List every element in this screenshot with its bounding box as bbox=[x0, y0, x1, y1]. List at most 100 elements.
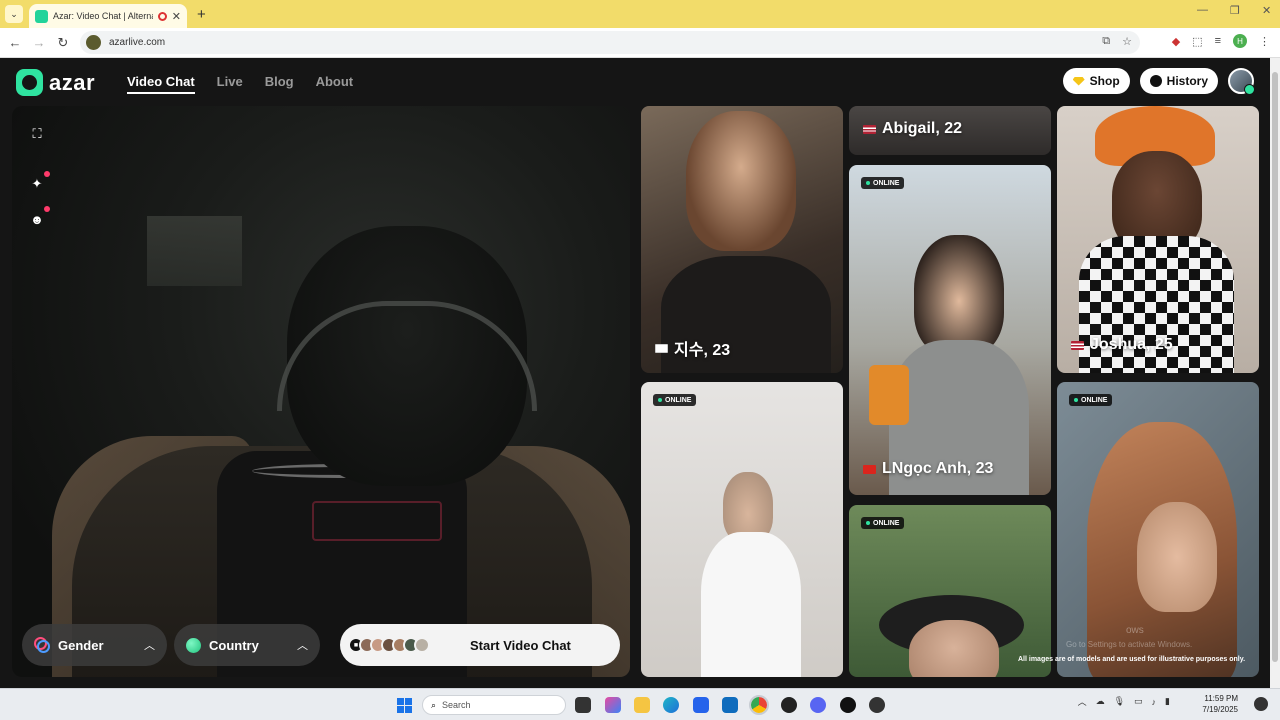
edge-icon[interactable] bbox=[663, 697, 679, 713]
volume-icon[interactable]: ♪ bbox=[1152, 697, 1157, 707]
nav-about[interactable]: About bbox=[316, 74, 354, 94]
maximize-icon[interactable]: ❐ bbox=[1230, 4, 1240, 17]
bookmark-star-icon[interactable]: ☆ bbox=[1122, 35, 1132, 48]
minimize-icon[interactable]: — bbox=[1197, 4, 1208, 16]
profile-card[interactable]: Abigail, 22 bbox=[849, 106, 1051, 155]
notification-dot bbox=[44, 171, 50, 177]
new-tab-button[interactable]: + bbox=[197, 6, 206, 23]
windows-start-icon[interactable] bbox=[397, 698, 412, 713]
cloud-icon[interactable]: ☁ bbox=[1096, 696, 1105, 707]
profile-photo bbox=[869, 365, 909, 425]
fullscreen-icon[interactable]: ⛶ bbox=[29, 126, 45, 142]
user-avatar[interactable] bbox=[1228, 68, 1255, 95]
tab-title: Azar: Video Chat | Alternati bbox=[53, 11, 153, 21]
profile-card[interactable]: ONLINE LNgọc Anh, 23 bbox=[849, 165, 1051, 495]
browser-tab[interactable]: Azar: Video Chat | Alternati ✕ bbox=[29, 4, 187, 28]
nav-video-chat[interactable]: Video Chat bbox=[127, 74, 195, 94]
profile-name-text: Abigail, 22 bbox=[882, 120, 963, 137]
profile-name: LNgọc Anh, 23 bbox=[863, 460, 993, 478]
shop-button[interactable]: Shop bbox=[1062, 68, 1130, 94]
discord-icon[interactable] bbox=[810, 697, 826, 713]
network-icon[interactable]: ▭ bbox=[1134, 696, 1143, 707]
extension-icon[interactable]: ◆ bbox=[1172, 35, 1180, 48]
profile-card[interactable]: 지수, 23 bbox=[641, 106, 843, 373]
nav-blog[interactable]: Blog bbox=[265, 74, 294, 94]
shirt-print bbox=[312, 501, 442, 541]
browser-tab-bar: ⌄ Azar: Video Chat | Alternati ✕ + — ❐ ✕ bbox=[0, 0, 1280, 28]
url-text: azarlive.com bbox=[109, 37, 166, 48]
history-label: History bbox=[1166, 74, 1208, 88]
profile-name: 지수, 23 bbox=[655, 336, 730, 360]
logo-text: azar bbox=[49, 69, 96, 95]
online-badge: ONLINE bbox=[1069, 394, 1113, 406]
profile-card[interactable]: Joshua, 25 bbox=[1057, 106, 1259, 373]
country-filter-button[interactable]: Country ︿ bbox=[174, 624, 320, 666]
effects-sparkle-icon[interactable]: ✦ bbox=[29, 171, 50, 192]
app-icon[interactable] bbox=[869, 697, 885, 713]
menu-kebab-icon[interactable]: ⋮ bbox=[1259, 35, 1270, 48]
model-disclaimer: All images are of models and are used fo… bbox=[1018, 656, 1246, 663]
profile-name: Abigail, 22 bbox=[863, 120, 962, 138]
task-view-icon[interactable] bbox=[575, 697, 591, 713]
url-field[interactable]: azarlive.com ⧉ ☆ bbox=[80, 31, 1140, 54]
tab-close-icon[interactable]: ✕ bbox=[172, 10, 181, 23]
app-icon[interactable] bbox=[781, 697, 797, 713]
file-explorer-icon[interactable] bbox=[634, 697, 650, 713]
chevron-up-icon[interactable]: ︿ bbox=[1078, 695, 1087, 708]
reload-icon[interactable]: ↻ bbox=[51, 35, 75, 51]
clock-time: 11:59 PM bbox=[1204, 694, 1238, 703]
app-icon[interactable] bbox=[840, 697, 856, 713]
address-bar: ← → ↻ azarlive.com ⧉ ☆ ◆ ⬚ ≡ H ⋮ bbox=[0, 28, 1280, 58]
country-label: Country bbox=[209, 637, 259, 653]
watermark-line1: ows bbox=[1126, 625, 1144, 636]
puzzle-icon[interactable]: ⬚ bbox=[1192, 35, 1202, 48]
tab-search-icon[interactable]: ⌄ bbox=[5, 5, 23, 23]
outlook-icon[interactable] bbox=[722, 697, 738, 713]
profile-name-text: Joshua, 25 bbox=[1090, 336, 1173, 353]
profile-card[interactable]: ONLINE bbox=[641, 382, 843, 677]
background-window bbox=[147, 216, 242, 286]
main-nav: Video Chat Live Blog About bbox=[127, 74, 353, 94]
back-icon[interactable]: ← bbox=[3, 35, 27, 50]
activate-windows-watermark: ows Go to Settings to activate Windows. bbox=[1066, 624, 1192, 652]
site-info-icon[interactable] bbox=[86, 35, 101, 50]
gender-filter-button[interactable]: Gender ︿ bbox=[22, 624, 167, 666]
profile-name-text: LNgọc Anh, 23 bbox=[882, 460, 994, 477]
window-close-icon[interactable]: ✕ bbox=[1262, 4, 1271, 17]
start-video-chat-button[interactable]: ■ Start Video Chat bbox=[340, 624, 620, 666]
taskbar-clock[interactable]: 11:59 PM 7/19/2025 bbox=[1202, 693, 1238, 715]
site-header: azar Video Chat Live Blog About Shop His… bbox=[0, 58, 1270, 106]
shop-label: Shop bbox=[1089, 74, 1120, 88]
profile-photo bbox=[686, 111, 796, 251]
gender-label: Gender bbox=[58, 637, 104, 653]
watermark-line2: Go to Settings to activate Windows. bbox=[1066, 640, 1193, 649]
store-icon[interactable] bbox=[693, 697, 709, 713]
history-button[interactable]: History bbox=[1139, 68, 1218, 94]
notifications-icon[interactable] bbox=[1254, 697, 1268, 711]
profile-photo bbox=[701, 532, 801, 677]
nav-live[interactable]: Live bbox=[217, 74, 243, 94]
mic-icon[interactable]: 🎙︎ bbox=[1114, 696, 1125, 707]
azar-logo-icon bbox=[16, 69, 43, 96]
copilot-icon[interactable] bbox=[605, 697, 621, 713]
chrome-icon[interactable] bbox=[749, 695, 769, 715]
profile-photo bbox=[1137, 502, 1217, 612]
gender-icon bbox=[34, 637, 50, 653]
online-badge-label: ONLINE bbox=[665, 396, 692, 404]
taskbar-search-label: Search bbox=[442, 700, 471, 710]
install-icon[interactable]: ⧉ bbox=[1102, 35, 1110, 48]
online-badge-label: ONLINE bbox=[873, 519, 900, 527]
system-tray: ︿ ☁ 🎙︎ ▭ ♪ ▮ bbox=[1078, 695, 1170, 708]
reading-list-icon[interactable]: ≡ bbox=[1215, 35, 1221, 47]
scrollbar-thumb[interactable] bbox=[1272, 72, 1278, 662]
azar-logo[interactable]: azar bbox=[16, 69, 95, 96]
online-dot bbox=[866, 521, 870, 525]
page-scrollbar[interactable] bbox=[1270, 58, 1280, 688]
battery-icon[interactable]: ▮ bbox=[1165, 696, 1170, 707]
taskbar-search-input[interactable]: ⌕ Search bbox=[422, 695, 566, 715]
face-mask-icon[interactable]: ☻ bbox=[29, 206, 50, 227]
profile-card[interactable]: ONLINE bbox=[849, 505, 1051, 677]
forward-icon[interactable]: → bbox=[27, 35, 51, 50]
flag-kr-icon bbox=[655, 343, 668, 353]
profile-icon[interactable]: H bbox=[1233, 34, 1247, 48]
